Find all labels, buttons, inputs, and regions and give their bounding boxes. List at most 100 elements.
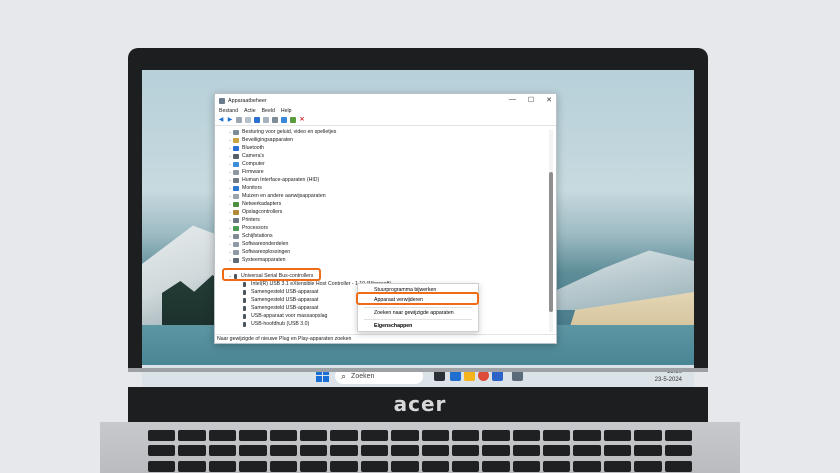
keyboard-key <box>299 430 328 441</box>
tree-category[interactable]: › Computer <box>227 160 265 168</box>
keyboard-key <box>269 460 297 472</box>
print-icon[interactable] <box>272 117 278 123</box>
tree-category[interactable]: › Bluetooth <box>227 144 264 152</box>
keyboard-key <box>178 460 206 472</box>
maximize-button[interactable]: ☐ <box>528 96 534 104</box>
tree-category[interactable]: › Muizen en andere aanwijsapparaten <box>227 192 325 200</box>
category-icon <box>233 201 239 207</box>
view-icon[interactable] <box>236 117 242 123</box>
ctx-separator <box>364 307 472 308</box>
keyboard-key <box>543 445 571 457</box>
minimize-button[interactable]: — <box>509 96 516 104</box>
menu-bar: Bestand Actie Beeld Help <box>215 107 556 115</box>
tree-category[interactable]: › Camera's <box>227 152 264 160</box>
category-icon <box>233 177 239 183</box>
usb-icon <box>243 297 246 303</box>
tree-device[interactable]: Samengesteld USB-apparaat <box>243 288 318 296</box>
help-icon[interactable] <box>254 117 260 123</box>
keyboard-key <box>178 445 206 457</box>
keyboard-key <box>573 445 601 457</box>
category-icon <box>233 129 239 135</box>
keyboard-key <box>360 445 389 457</box>
ctx-separator <box>364 319 472 320</box>
context-menu: Stuurprogramma bijwerken Apparaat verwij… <box>357 283 479 332</box>
scrollbar[interactable] <box>549 130 553 332</box>
keyboard-key <box>573 460 601 472</box>
tree-category[interactable]: › Besturing voor geluid, video en spellet… <box>227 128 336 136</box>
tree-category[interactable]: › Processors <box>227 224 268 232</box>
properties-icon[interactable] <box>245 117 251 123</box>
toolbar: ◀ ▶ ✕ <box>215 115 556 126</box>
menu-bestand[interactable]: Bestand <box>219 108 238 114</box>
tree-device[interactable]: USB-hoofdhub (USB 3.0) <box>243 320 309 328</box>
keyboard-key <box>239 460 267 472</box>
keyboard-key <box>512 460 541 472</box>
remove-device-highlight <box>356 292 479 305</box>
tree-category[interactable]: › Firmware <box>227 168 263 176</box>
forward-arrow-icon[interactable]: ▶ <box>227 117 233 123</box>
close-button[interactable]: ✕ <box>546 96 552 104</box>
title-bar[interactable]: Apparaatbeheer — ☐ ✕ <box>215 94 556 107</box>
keyboard-key <box>391 430 419 441</box>
tree-category[interactable]: › Softwareoplossingen <box>227 248 290 256</box>
menu-beeld[interactable]: Beeld <box>262 108 275 114</box>
keyboard-key <box>421 460 449 472</box>
tree-category[interactable]: › Beveiligingsapparaten <box>227 136 293 144</box>
category-icon <box>233 217 239 223</box>
keyboard-key <box>391 460 419 472</box>
menu-help[interactable]: Help <box>281 108 292 114</box>
tree-category[interactable]: › Printers <box>227 216 260 224</box>
keyboard-key <box>512 445 541 457</box>
tree-category[interactable]: › Schijfstations <box>227 232 272 240</box>
menu-actie[interactable]: Actie <box>244 108 256 114</box>
category-icon <box>233 257 239 263</box>
update-driver-icon[interactable] <box>290 117 296 123</box>
category-icon <box>233 145 239 151</box>
tree-category[interactable]: › Netwerkadapters <box>227 200 281 208</box>
keyboard-key <box>603 445 632 457</box>
keyboard-key <box>512 430 541 441</box>
keyboard-key <box>178 430 206 441</box>
ctx-properties[interactable]: Eigenschappen <box>374 322 412 330</box>
ctx-scan-changes[interactable]: Zoeken naar gewijzigde apparaten <box>374 309 454 317</box>
tree-category[interactable]: › Monitors <box>227 184 262 192</box>
tree-device[interactable]: USB-apparaat voor massaopslag <box>243 312 327 320</box>
keyboard-key <box>208 445 237 457</box>
tree-device[interactable]: Samengesteld USB-apparaat <box>243 296 318 304</box>
keyboard-key <box>603 460 632 472</box>
keyboard-key <box>634 445 662 457</box>
keyboard-key <box>269 445 297 457</box>
keyboard-key <box>239 430 267 441</box>
usb-icon <box>243 305 246 311</box>
status-text: Naar gewijzigde of nieuwe Plug en Play-a… <box>217 336 352 342</box>
tree-category[interactable]: › Systeemapparaten <box>227 256 285 264</box>
keyboard-key <box>543 460 571 472</box>
list-icon[interactable] <box>263 117 269 123</box>
category-icon <box>233 153 239 159</box>
scan-hardware-icon[interactable] <box>281 117 287 123</box>
tree-device[interactable]: Samengesteld USB-apparaat <box>243 304 318 312</box>
tree-category[interactable]: › Human Interface-apparaten (HID) <box>227 176 319 184</box>
tree-category[interactable]: › Softwareonderdelen <box>227 240 288 248</box>
keyboard-key <box>148 460 176 472</box>
scrollbar-thumb[interactable] <box>549 172 553 312</box>
tree-category[interactable]: › Opslagcontrollers <box>227 208 282 216</box>
usb-icon <box>243 281 246 287</box>
uninstall-icon[interactable]: ✕ <box>299 117 305 123</box>
usb-icon <box>243 321 246 327</box>
category-icon <box>233 169 239 175</box>
usb-icon <box>243 289 246 295</box>
keyboard-key <box>664 445 692 457</box>
keyboard-key <box>634 430 662 441</box>
usb-category-highlight <box>222 268 321 281</box>
taskbar-date: 23-5-2024 <box>654 377 682 383</box>
back-arrow-icon[interactable]: ◀ <box>218 117 224 123</box>
category-icon <box>233 249 239 255</box>
keyboard-key <box>299 445 328 457</box>
category-icon <box>233 161 239 167</box>
keyboard-key <box>543 430 571 441</box>
device-manager-icon <box>219 97 225 104</box>
keyboard-key <box>330 430 358 441</box>
keyboard-key <box>664 430 692 441</box>
keyboard-key <box>421 445 449 457</box>
